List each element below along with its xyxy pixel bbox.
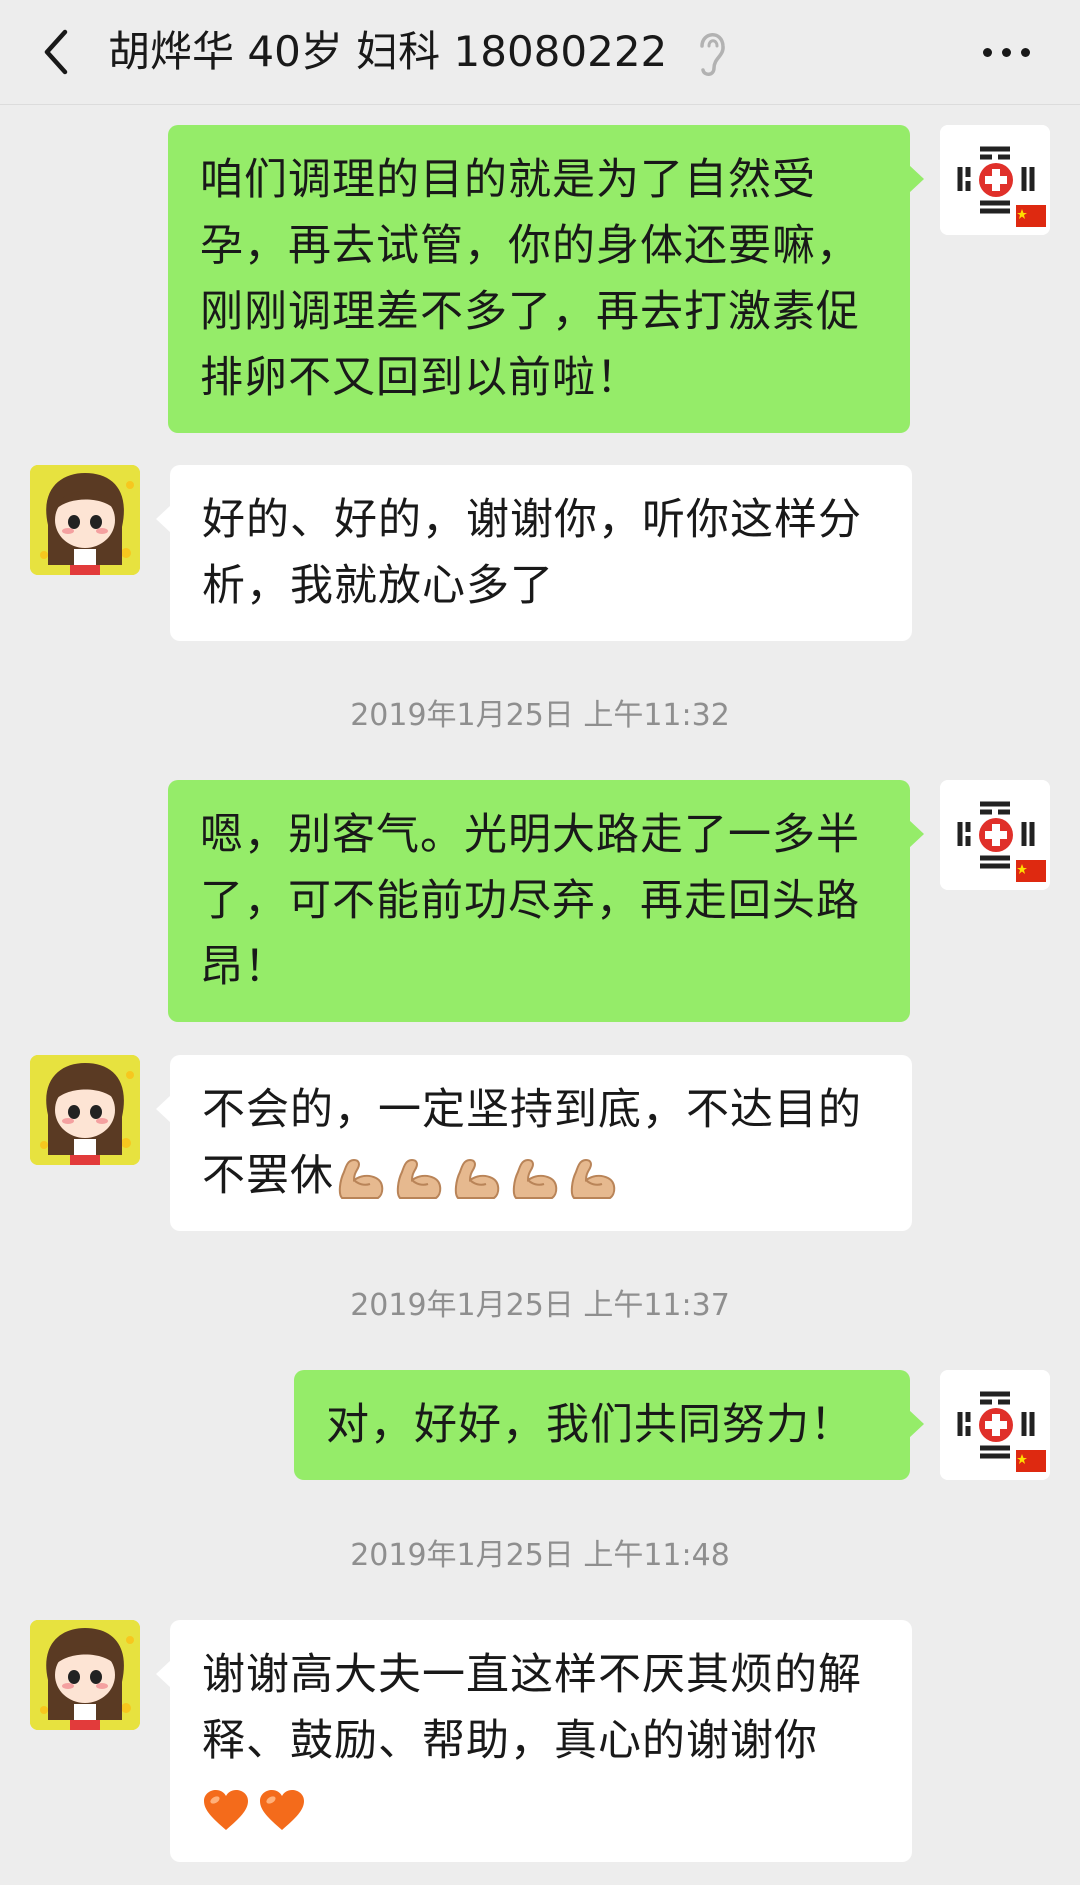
doctor-avatar[interactable]	[940, 125, 1050, 235]
more-dots-icon	[982, 47, 992, 57]
clinic-logo-icon	[940, 125, 1050, 235]
flexed-biceps-icon	[396, 1158, 442, 1199]
message-bubble-received[interactable]: 不会的，一定坚持到底，不达目的 不罢休	[156, 1055, 912, 1231]
patient-avatar[interactable]	[30, 1055, 140, 1165]
more-options-button[interactable]	[966, 24, 1046, 80]
flexed-biceps-emoji-row	[334, 1151, 624, 1201]
message-bubble-sent[interactable]: 咱们调理的目的就是为了自然受 孕，再去试管，你的身体还要嘛， 刚刚调理差不多了，…	[168, 125, 924, 433]
message-bubble-sent[interactable]: 嗯，别客气。光明大路走了一多半 了，可不能前功尽弃，再走回头路 昂！	[168, 780, 924, 1022]
timestamp: 2019年1月25日 上午11:37	[350, 1288, 730, 1323]
message-bubble-received[interactable]: 好的、好的，谢谢你，听你这样分 析，我就放心多了	[156, 465, 912, 641]
message-bubble-received[interactable]: 谢谢高大夫一直这样不厌其烦的解 释、鼓励、帮助，真心的谢谢你	[156, 1620, 912, 1862]
cartoon-girl-avatar-icon	[30, 465, 140, 575]
flexed-biceps-icon	[512, 1158, 558, 1199]
chevron-left-icon	[44, 29, 68, 75]
patient-avatar[interactable]	[30, 465, 140, 575]
chat-title[interactable]: 胡烨华 40岁 妇科 18080222	[108, 14, 667, 90]
doctor-avatar[interactable]	[940, 1370, 1050, 1480]
back-button[interactable]	[28, 18, 84, 86]
flexed-biceps-icon	[338, 1158, 384, 1199]
flexed-biceps-icon	[454, 1158, 500, 1199]
timestamp: 2019年1月25日 上午11:32	[350, 698, 730, 733]
orange-heart-icon	[260, 1789, 304, 1830]
clinic-logo-icon	[940, 1370, 1050, 1480]
flexed-biceps-icon	[570, 1158, 616, 1199]
orange-heart-icon	[204, 1789, 248, 1830]
doctor-avatar[interactable]	[940, 780, 1050, 890]
cartoon-girl-avatar-icon	[30, 1055, 140, 1165]
earpiece-mode-icon	[700, 33, 725, 76]
orange-heart-emoji-row	[202, 1774, 880, 1840]
timestamp: 2019年1月25日 上午11:48	[350, 1538, 730, 1573]
chat-header: 胡烨华 40岁 妇科 18080222	[0, 0, 1080, 105]
cartoon-girl-avatar-icon	[30, 1620, 140, 1730]
patient-avatar[interactable]	[30, 1620, 140, 1730]
message-bubble-sent[interactable]: 对，好好，我们共同努力！	[294, 1370, 924, 1480]
clinic-logo-icon	[940, 780, 1050, 890]
